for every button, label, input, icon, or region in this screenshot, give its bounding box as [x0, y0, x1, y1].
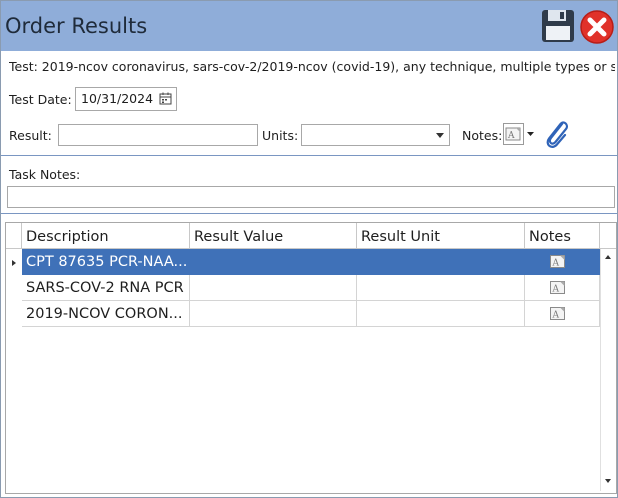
- scroll-up-icon[interactable]: [605, 255, 611, 259]
- header-filler: [600, 223, 616, 249]
- separator-top: [1, 155, 617, 156]
- row-header-corner: [6, 223, 22, 249]
- cell-description[interactable]: CPT 87635 PCR-NAA...: [22, 249, 190, 275]
- column-header-notes[interactable]: Notes: [525, 223, 600, 249]
- task-notes-input[interactable]: [7, 186, 615, 208]
- save-icon[interactable]: [541, 9, 575, 43]
- column-header-result-value[interactable]: Result Value: [190, 223, 357, 249]
- cell-result-value[interactable]: [190, 275, 357, 301]
- cell-result-value[interactable]: [190, 249, 357, 275]
- column-header-result-unit[interactable]: Result Unit: [357, 223, 525, 249]
- cell-notes[interactable]: A: [525, 249, 600, 275]
- table-row[interactable]: 2019-NCOV CORON... A: [22, 301, 600, 327]
- test-description: Test: 2019-ncov coronavirus, sars-cov-2/…: [9, 59, 615, 74]
- window-title: Order Results: [5, 14, 148, 38]
- notes-dropdown-button[interactable]: A: [503, 123, 537, 145]
- separator-bottom: [1, 213, 617, 214]
- cell-result-unit[interactable]: [357, 301, 525, 327]
- cell-description[interactable]: 2019-NCOV CORON...: [22, 301, 190, 327]
- chevron-down-icon: [436, 133, 444, 138]
- table-row[interactable]: CPT 87635 PCR-NAA... A: [22, 249, 600, 275]
- cell-description[interactable]: SARS-COV-2 RNA PCR: [22, 275, 190, 301]
- scroll-down-icon[interactable]: [605, 479, 611, 483]
- task-notes-label: Task Notes:: [9, 167, 81, 182]
- test-date-value: 10/31/2024: [81, 91, 154, 106]
- units-label: Units:: [262, 128, 299, 143]
- title-bar: Order Results: [1, 1, 617, 51]
- table-row[interactable]: SARS-COV-2 RNA PCR A: [22, 275, 600, 301]
- cell-result-unit[interactable]: [357, 275, 525, 301]
- test-date-label: Test Date:: [9, 92, 72, 107]
- cell-notes[interactable]: A: [525, 301, 600, 327]
- vertical-scrollbar[interactable]: [600, 249, 616, 491]
- svg-text:A: A: [552, 311, 560, 321]
- notes-icon[interactable]: A: [550, 307, 565, 320]
- svg-text:A: A: [552, 259, 560, 269]
- results-grid: Description Result Value Result Unit Not…: [5, 222, 617, 494]
- close-icon[interactable]: [579, 9, 615, 45]
- cell-result-unit[interactable]: [357, 249, 525, 275]
- test-date-field[interactable]: 10/31/2024: [75, 87, 177, 111]
- notes-label: Notes:: [462, 128, 503, 143]
- notes-icon[interactable]: A: [550, 281, 565, 294]
- notes-icon[interactable]: A: [550, 255, 565, 268]
- column-header-description[interactable]: Description: [22, 223, 190, 249]
- units-select[interactable]: [301, 124, 450, 146]
- order-results-window: Order Results Test: 2019-ncov coronaviru…: [0, 0, 618, 498]
- paperclip-icon[interactable]: [541, 118, 571, 150]
- calendar-icon[interactable]: [159, 92, 172, 105]
- svg-text:A: A: [507, 131, 515, 141]
- result-label: Result:: [9, 128, 52, 143]
- cell-result-value[interactable]: [190, 301, 357, 327]
- cell-notes[interactable]: A: [525, 275, 600, 301]
- current-row-indicator-icon: [12, 260, 16, 266]
- result-input[interactable]: [58, 124, 258, 146]
- svg-text:A: A: [552, 285, 560, 295]
